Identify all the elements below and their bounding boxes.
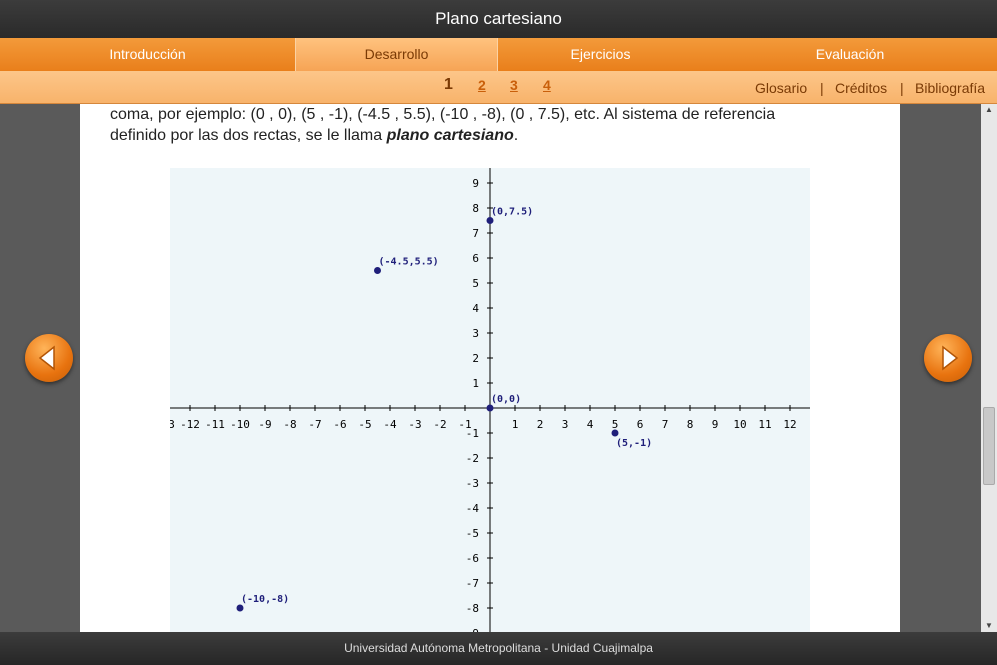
arrow-left-icon bbox=[38, 345, 55, 371]
vertical-scrollbar[interactable]: ▲ ▼ bbox=[981, 104, 997, 632]
content-area: coma, por ejemplo: (0 , 0), (5 , -1), (-… bbox=[80, 104, 900, 632]
data-point-label: (0,7.5) bbox=[491, 207, 533, 218]
content-paragraph: coma, por ejemplo: (0 , 0), (5 , -1), (-… bbox=[110, 104, 870, 146]
x-tick-label: -10 bbox=[230, 418, 250, 431]
data-point-label: (-10,-8) bbox=[241, 594, 289, 605]
tab-introduccion[interactable]: Introducción bbox=[0, 38, 295, 71]
arrow-right-icon bbox=[942, 345, 959, 371]
page-link-3[interactable]: 3 bbox=[510, 77, 518, 93]
scroll-down-icon[interactable]: ▼ bbox=[981, 620, 997, 632]
x-tick-label: 7 bbox=[662, 418, 669, 431]
scrollbar-thumb[interactable] bbox=[983, 407, 995, 485]
link-separator: | bbox=[900, 80, 904, 96]
x-tick-label: -8 bbox=[283, 418, 296, 431]
x-tick-label: -4 bbox=[383, 418, 397, 431]
y-tick-label: -7 bbox=[466, 577, 479, 590]
y-tick-label: 6 bbox=[472, 252, 479, 265]
y-tick-label: 8 bbox=[472, 202, 479, 215]
y-tick-label: 3 bbox=[472, 327, 479, 340]
y-tick-label: -4 bbox=[466, 502, 480, 515]
right-panel bbox=[900, 104, 981, 632]
y-tick-label: -3 bbox=[466, 477, 479, 490]
y-tick-label: 5 bbox=[472, 277, 479, 290]
x-tick-label: -7 bbox=[308, 418, 321, 431]
left-panel bbox=[0, 104, 80, 632]
page-1-current: 1 bbox=[444, 76, 453, 93]
x-tick-label: -11 bbox=[205, 418, 225, 431]
x-tick-label: 2 bbox=[537, 418, 544, 431]
x-tick-label: -6 bbox=[333, 418, 346, 431]
x-tick-label: -13 bbox=[170, 418, 175, 431]
x-tick-label: 4 bbox=[587, 418, 594, 431]
x-tick-label: 1 bbox=[512, 418, 519, 431]
para-emphasis: plano cartesiano bbox=[386, 127, 514, 144]
para-line-2-suffix: . bbox=[513, 127, 519, 144]
x-tick-label: 11 bbox=[758, 418, 771, 431]
x-tick-label: 5 bbox=[612, 418, 619, 431]
tab-evaluacion[interactable]: Evaluación bbox=[703, 38, 997, 71]
para-line-2-prefix: definido por las dos rectas, se le llama bbox=[110, 127, 387, 144]
cartesian-plane-chart: -13-12-11-10-9-8-7-6-5-4-3-2-11234567891… bbox=[170, 168, 810, 632]
x-tick-label: -9 bbox=[258, 418, 271, 431]
data-point bbox=[374, 267, 381, 274]
y-tick-label: 4 bbox=[472, 302, 479, 315]
x-tick-label: -3 bbox=[408, 418, 421, 431]
window-title: Plano cartesiano bbox=[0, 0, 997, 38]
x-tick-label: -12 bbox=[180, 418, 200, 431]
data-point bbox=[236, 604, 244, 612]
glosario-link[interactable]: Glosario bbox=[755, 80, 807, 96]
data-point-label: (5,-1) bbox=[616, 438, 652, 449]
x-tick-label: 6 bbox=[637, 418, 644, 431]
main-nav: Introducción Desarrollo Ejercicios Evalu… bbox=[0, 38, 997, 71]
x-tick-label: 3 bbox=[562, 418, 569, 431]
previous-button[interactable] bbox=[25, 334, 73, 382]
tab-ejercicios[interactable]: Ejercicios bbox=[498, 38, 703, 71]
y-tick-label: 7 bbox=[472, 227, 479, 240]
y-tick-label: -1 bbox=[466, 427, 479, 440]
footer: Universidad Autónoma Metropolitana - Uni… bbox=[0, 632, 997, 665]
data-point bbox=[486, 404, 494, 412]
bibliografia-link[interactable]: Bibliografía bbox=[915, 80, 985, 96]
scroll-up-icon[interactable]: ▲ bbox=[981, 104, 997, 116]
x-tick-label: 12 bbox=[783, 418, 796, 431]
y-tick-label: 1 bbox=[472, 377, 479, 390]
x-tick-label: 8 bbox=[687, 418, 694, 431]
data-point bbox=[611, 429, 619, 437]
link-separator: | bbox=[820, 80, 824, 96]
next-button[interactable] bbox=[924, 334, 972, 382]
page-link-4[interactable]: 4 bbox=[543, 77, 551, 93]
data-point-label: (-4.5,5.5) bbox=[379, 257, 439, 268]
tab-desarrollo[interactable]: Desarrollo bbox=[295, 38, 498, 71]
sub-nav: 1 2 3 4 Glosario | Créditos | Bibliograf… bbox=[0, 71, 997, 104]
data-point bbox=[486, 217, 494, 224]
y-tick-label: -8 bbox=[466, 602, 479, 615]
x-tick-label: 10 bbox=[733, 418, 746, 431]
y-tick-label: -6 bbox=[466, 552, 479, 565]
para-line-1: coma, por ejemplo: (0 , 0), (5 , -1), (-… bbox=[110, 106, 776, 123]
y-tick-label: -5 bbox=[466, 527, 479, 540]
y-tick-label: 9 bbox=[472, 177, 479, 190]
page-link-2[interactable]: 2 bbox=[478, 77, 486, 93]
y-tick-label: 2 bbox=[472, 352, 479, 365]
y-tick-label: -2 bbox=[466, 452, 479, 465]
x-tick-label: -2 bbox=[433, 418, 446, 431]
data-point-label: (0,0) bbox=[491, 394, 521, 405]
x-tick-label: 9 bbox=[712, 418, 719, 431]
x-tick-label: -5 bbox=[358, 418, 371, 431]
creditos-link[interactable]: Créditos bbox=[835, 80, 887, 96]
